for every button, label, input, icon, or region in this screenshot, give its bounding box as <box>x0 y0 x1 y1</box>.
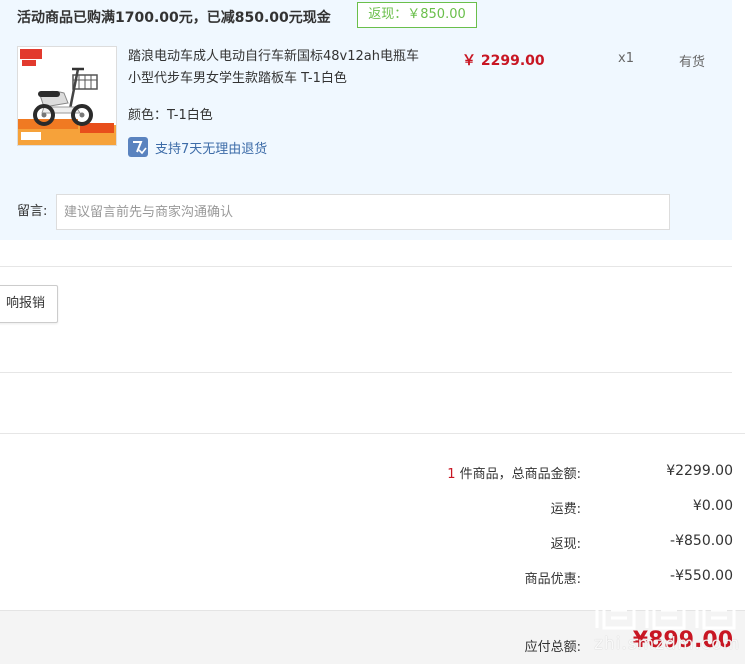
stock-status: 有货 <box>679 55 706 70</box>
promotion-title: 活动商品已购满1700.00元，已减850.00元现金 <box>17 10 331 26</box>
subtotal-value: ¥2299.00 <box>666 463 733 479</box>
cashback-label: 返现: <box>550 537 581 552</box>
shipping-value: ¥0.00 <box>692 498 733 514</box>
return-policy-label[interactable]: 支持7天无理由退货 <box>155 138 267 157</box>
payable-label: 应付总额: <box>524 640 581 655</box>
subtotal-label: 1 件商品，总商品金额: <box>447 463 581 482</box>
return-policy: 支持7天无理由退货 <box>128 136 267 158</box>
electric-scooter-image <box>18 47 116 145</box>
product-name[interactable]: 踏浪电动车成人电动自行车新国标48v12ah电瓶车小型代步车男女学生款踏板车 T… <box>128 46 428 90</box>
unit-price: ￥ 2299.00 <box>462 53 545 69</box>
shipping-label: 运费: <box>550 502 581 517</box>
section-divider <box>0 372 732 373</box>
discount-label: 商品优惠: <box>524 572 581 587</box>
message-label: 留言: <box>17 204 48 219</box>
message-input[interactable] <box>56 194 670 230</box>
order-panel: 活动商品已购满1700.00元，已减850.00元现金 返现：￥850.00 踏… <box>0 0 732 240</box>
item-count-suffix: 件商品，总商品金额: <box>455 467 581 482</box>
payable-value: ¥899.00 <box>632 628 733 653</box>
cashback-badge: 返现：￥850.00 <box>357 2 477 28</box>
quantity: x1 <box>618 51 634 66</box>
section-divider <box>0 433 745 434</box>
product-spec: 颜色：T-1白色 <box>128 108 213 123</box>
cashback-value: -¥850.00 <box>670 533 733 549</box>
reimbursement-button[interactable]: 响报销 <box>0 285 58 323</box>
section-divider <box>0 266 732 267</box>
return-policy-icon <box>128 137 148 157</box>
discount-value: -¥550.00 <box>670 568 733 584</box>
product-thumbnail[interactable] <box>17 46 117 146</box>
